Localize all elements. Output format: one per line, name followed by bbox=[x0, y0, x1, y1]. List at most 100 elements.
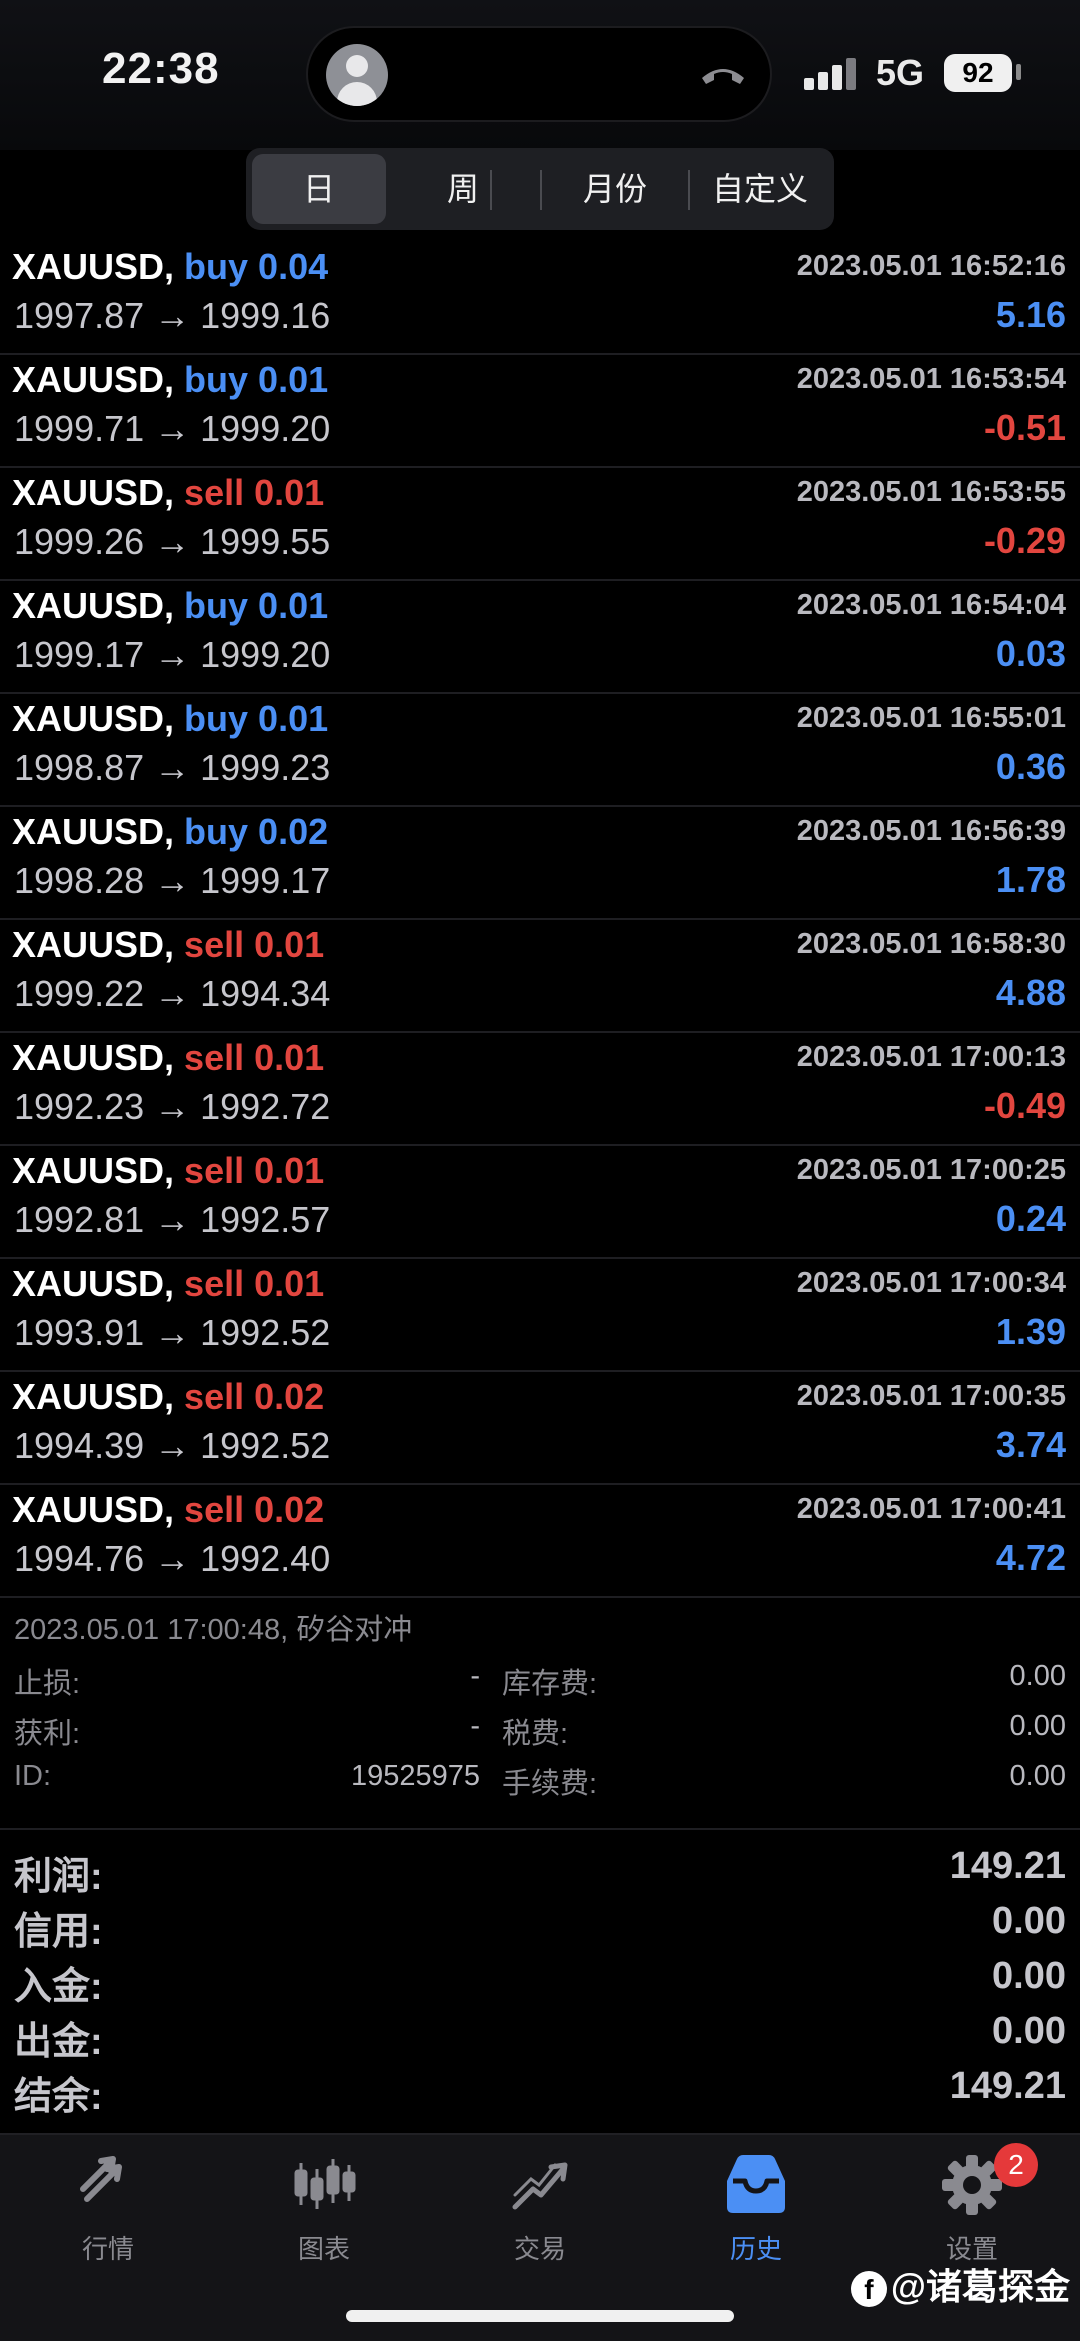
trade-symbol: XAUUSD, sell 0.02 bbox=[12, 1376, 324, 1418]
trade-side-lot: buy 0.04 bbox=[184, 246, 329, 287]
trade-row[interactable]: XAUUSD, sell 0.01 2023.05.01 16:58:30 1999… bbox=[0, 920, 1080, 1033]
commission-value: 0.00 bbox=[1009, 1760, 1066, 1792]
balance-label: 结余: bbox=[14, 2076, 103, 2118]
nav-trade[interactable]: 交易 bbox=[432, 2149, 648, 2279]
trade-icon bbox=[512, 2162, 568, 2210]
credit-label: 信用: bbox=[14, 1911, 103, 1953]
trade-prices: 1999.71 → 1999.20 bbox=[14, 408, 331, 449]
trade-side-lot: sell 0.01 bbox=[184, 1037, 325, 1078]
symbol-name: XAUUSD, bbox=[12, 1263, 175, 1304]
nav-chart[interactable]: 图表 bbox=[216, 2149, 432, 2279]
trade-row[interactable]: XAUUSD, buy 0.01 2023.05.01 16:55:01 1998.… bbox=[0, 694, 1080, 807]
cell-signal-icon bbox=[804, 58, 858, 90]
symbol-name: XAUUSD, bbox=[12, 472, 175, 513]
trade-prices: 1993.91 → 1992.52 bbox=[14, 1312, 331, 1353]
caller-avatar bbox=[326, 44, 388, 106]
trade-side-lot: buy 0.01 bbox=[184, 359, 329, 400]
trade-row[interactable]: XAUUSD, buy 0.04 2023.05.01 16:52:16 1997.… bbox=[0, 242, 1080, 355]
trade-symbol: XAUUSD, buy 0.04 bbox=[12, 246, 328, 288]
nav-quotes[interactable]: 行情 bbox=[0, 2149, 216, 2279]
symbol-name: XAUUSD, bbox=[12, 1376, 175, 1417]
trade-symbol: XAUUSD, sell 0.02 bbox=[12, 1489, 324, 1531]
trade-time: 2023.05.01 16:56:39 bbox=[796, 815, 1066, 847]
home-indicator[interactable] bbox=[346, 2310, 734, 2322]
trade-profit: -0.49 bbox=[983, 1085, 1066, 1126]
trade-side-lot: buy 0.01 bbox=[184, 585, 329, 626]
balance-value: 149.21 bbox=[949, 2065, 1066, 2107]
dynamic-island[interactable] bbox=[306, 26, 772, 122]
nav-trade-label: 交易 bbox=[513, 2234, 566, 2264]
period-tabs: 日 周 月份 自定义 bbox=[246, 148, 834, 230]
tab-custom[interactable]: 自定义 bbox=[692, 154, 828, 224]
trade-profit: 0.24 bbox=[995, 1198, 1066, 1239]
nav-history-label: 历史 bbox=[729, 2234, 782, 2264]
trade-prices: 1998.87 → 1999.23 bbox=[14, 747, 331, 788]
trade-side-lot: sell 0.02 bbox=[184, 1489, 325, 1530]
trade-row[interactable]: XAUUSD, sell 0.01 2023.05.01 16:53:55 1999… bbox=[0, 468, 1080, 581]
status-bar: 22:38 5G 92 bbox=[0, 0, 1080, 150]
phone-hangup-icon[interactable] bbox=[698, 54, 748, 94]
trade-prices: 1994.39 → 1992.52 bbox=[14, 1425, 331, 1466]
trade-row[interactable]: XAUUSD, sell 0.02 2023.05.01 17:00:41 1994… bbox=[0, 1485, 1080, 1598]
trade-side-lot: sell 0.01 bbox=[184, 924, 325, 965]
trade-row[interactable]: XAUUSD, buy 0.02 2023.05.01 16:56:39 1998.… bbox=[0, 807, 1080, 920]
watermark: f @诸葛探金 bbox=[850, 2258, 1070, 2310]
trade-profit: 4.88 bbox=[995, 972, 1066, 1013]
trade-time: 2023.05.01 16:53:55 bbox=[796, 476, 1066, 508]
status-time: 22:38 bbox=[102, 44, 220, 93]
detail-row-take-profit: 获利: - 税费: 0.00 bbox=[0, 1710, 1080, 1754]
tab-day[interactable]: 日 bbox=[252, 154, 386, 224]
trade-symbol: XAUUSD, sell 0.01 bbox=[12, 472, 324, 514]
chart-icon bbox=[294, 2159, 356, 2209]
symbol-name: XAUUSD, bbox=[12, 246, 175, 287]
trade-profit: 0.36 bbox=[995, 746, 1066, 787]
stop-loss-value: - bbox=[470, 1660, 480, 1692]
trade-row[interactable]: XAUUSD, sell 0.01 2023.05.01 17:00:34 1993… bbox=[0, 1259, 1080, 1372]
trade-symbol: XAUUSD, buy 0.02 bbox=[12, 811, 328, 853]
trade-row[interactable]: XAUUSD, buy 0.01 2023.05.01 16:54:04 1999.… bbox=[0, 581, 1080, 694]
summary-deposit: 入金: 0.00 bbox=[0, 1955, 1080, 2009]
trade-prices: 1999.17 → 1999.20 bbox=[14, 634, 331, 675]
order-detail-header: 2023.05.01 17:00:48, 矽谷对冲 bbox=[14, 1614, 413, 1646]
swap-label: 库存费: bbox=[502, 1668, 598, 1700]
trade-symbol: XAUUSD, sell 0.01 bbox=[12, 1263, 324, 1305]
trade-profit: 1.78 bbox=[995, 859, 1066, 900]
trade-row[interactable]: XAUUSD, buy 0.01 2023.05.01 16:53:54 1999.… bbox=[0, 355, 1080, 468]
tax-label: 税费: bbox=[502, 1718, 569, 1750]
trade-profit: 4.72 bbox=[995, 1537, 1066, 1578]
network-type: 5G bbox=[876, 52, 925, 93]
swap-value: 0.00 bbox=[1009, 1660, 1066, 1692]
notification-badge: 2 bbox=[994, 2143, 1038, 2187]
trade-profit: -0.51 bbox=[983, 407, 1066, 448]
trade-prices: 1999.26 → 1999.55 bbox=[14, 521, 331, 562]
id-value: 19525975 bbox=[350, 1760, 480, 1792]
trade-time: 2023.05.01 16:58:30 bbox=[796, 928, 1066, 960]
trade-time: 2023.05.01 17:00:25 bbox=[796, 1154, 1066, 1186]
trade-side-lot: sell 0.01 bbox=[184, 1150, 325, 1191]
detail-row-stop-loss: 止损: - 库存费: 0.00 bbox=[0, 1660, 1080, 1704]
trade-symbol: XAUUSD, buy 0.01 bbox=[12, 698, 328, 740]
withdrawal-value: 0.00 bbox=[992, 2010, 1066, 2052]
deposit-value: 0.00 bbox=[992, 1955, 1066, 1997]
tab-month[interactable]: 月份 bbox=[544, 154, 686, 224]
trade-symbol: XAUUSD, sell 0.01 bbox=[12, 1037, 324, 1079]
tab-week[interactable]: 周 bbox=[392, 154, 534, 224]
tab-divider bbox=[540, 170, 542, 210]
trade-time: 2023.05.01 16:54:04 bbox=[796, 589, 1066, 621]
symbol-name: XAUUSD, bbox=[12, 359, 175, 400]
battery-icon: 92 bbox=[944, 54, 1012, 92]
nav-history[interactable]: 历史 bbox=[648, 2149, 864, 2279]
take-profit-value: - bbox=[470, 1710, 480, 1742]
trade-row[interactable]: XAUUSD, sell 0.02 2023.05.01 17:00:35 1994… bbox=[0, 1372, 1080, 1485]
trade-side-lot: sell 0.02 bbox=[184, 1376, 325, 1417]
credit-value: 0.00 bbox=[992, 1900, 1066, 1942]
take-profit-label: 获利: bbox=[14, 1718, 81, 1750]
tab-divider bbox=[688, 170, 690, 210]
profit-value: 149.21 bbox=[949, 1845, 1066, 1887]
trade-symbol: XAUUSD, sell 0.01 bbox=[12, 1150, 324, 1192]
stop-loss-label: 止损: bbox=[14, 1668, 81, 1700]
withdrawal-label: 出金: bbox=[14, 2021, 103, 2063]
trade-row[interactable]: XAUUSD, sell 0.01 2023.05.01 17:00:13 1992… bbox=[0, 1033, 1080, 1146]
quotes-icon bbox=[80, 2156, 122, 2202]
trade-row[interactable]: XAUUSD, sell 0.01 2023.05.01 17:00:25 1992… bbox=[0, 1146, 1080, 1259]
